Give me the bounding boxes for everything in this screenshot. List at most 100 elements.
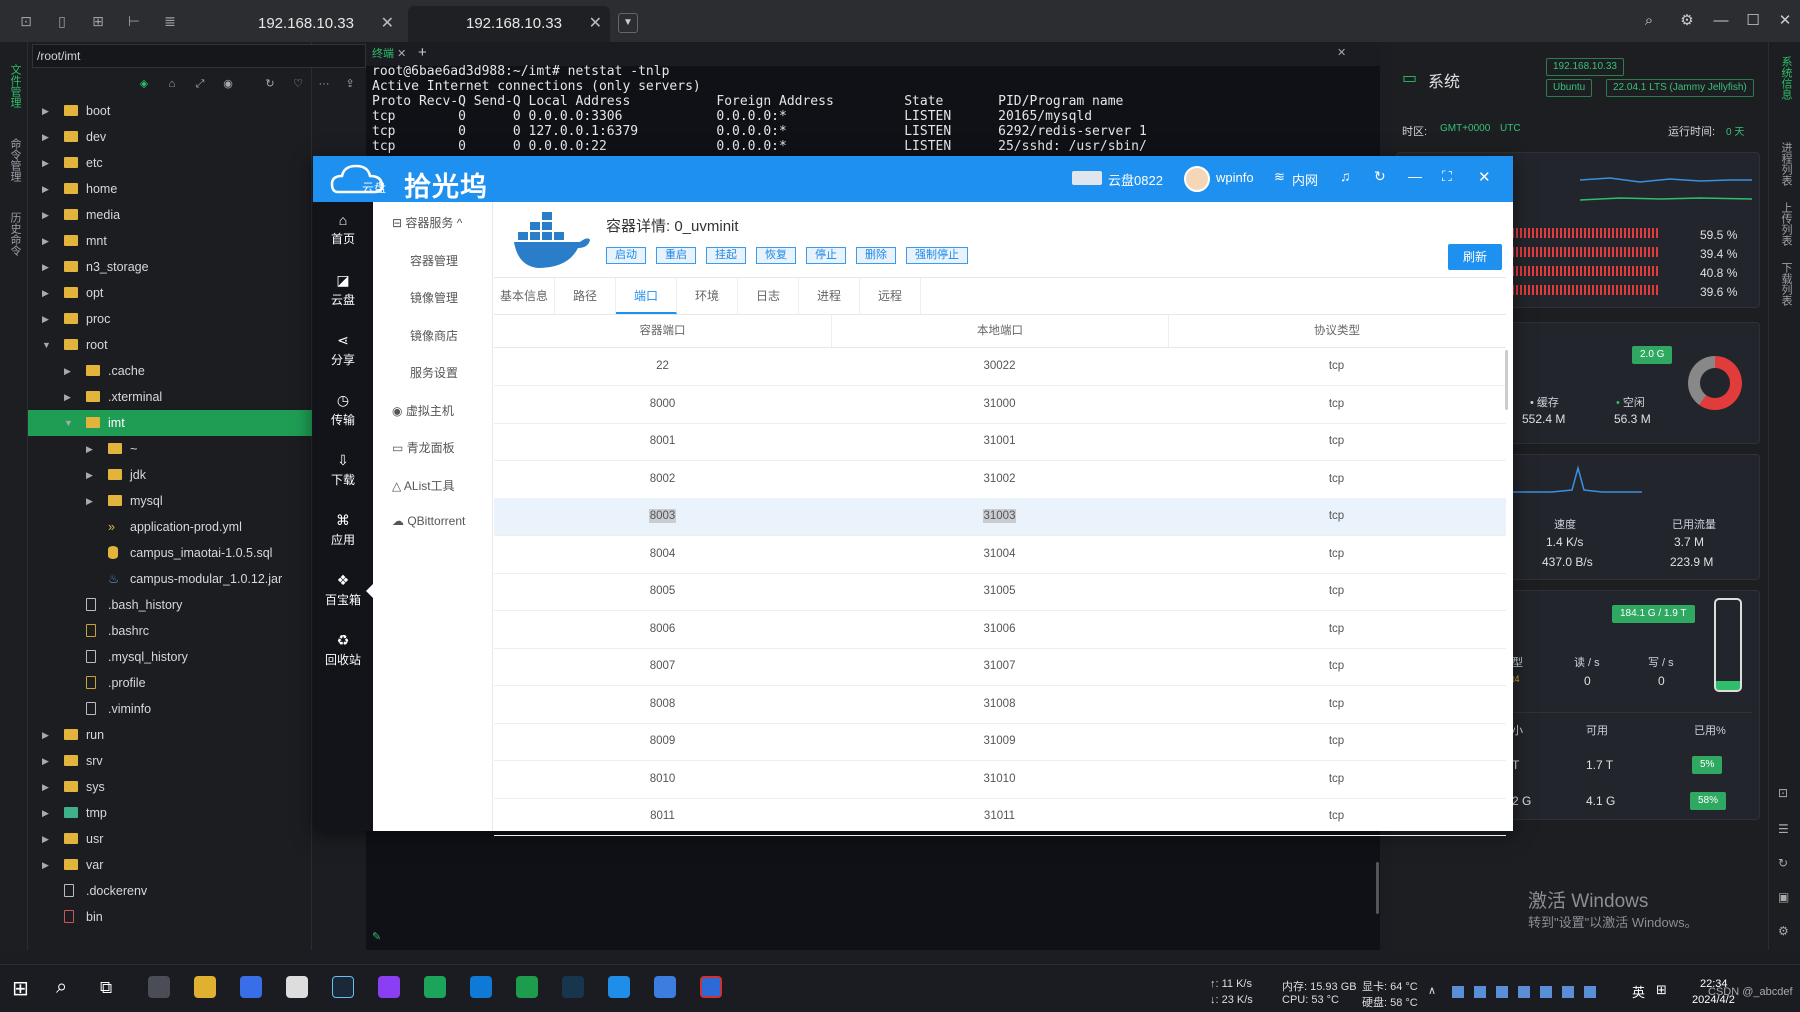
table-row[interactable]: 8008 31008 tcp (494, 686, 1506, 724)
tree-item[interactable]: ▶ mnt (28, 228, 312, 254)
table-row[interactable]: 8004 31004 tcp (494, 536, 1506, 574)
close-icon[interactable]: ✕ (589, 6, 602, 42)
tree-item[interactable]: ▼ imt (28, 410, 312, 436)
app-icon-cube[interactable] (148, 976, 170, 998)
chevron-down-icon[interactable]: ▼ (64, 410, 73, 436)
nav-item[interactable]: ◷ 传输 (313, 392, 373, 428)
bell-icon[interactable]: ♫ (1340, 168, 1351, 184)
task-view-icon[interactable]: ⧉ (100, 978, 112, 998)
tree-item[interactable]: ▶ etc (28, 150, 312, 176)
sidebar-item-virtual-host[interactable]: ◉ 虚拟主机 (392, 402, 454, 419)
gear-icon[interactable]: ⚙ (1678, 12, 1696, 30)
tree-item[interactable]: ▶ sys (28, 774, 312, 800)
close-icon[interactable]: ✕ (397, 48, 406, 60)
tree-item[interactable]: bin (28, 904, 312, 930)
tree-item[interactable]: campus_imaotai-1.0.5.sql (28, 540, 312, 566)
chevron-right-icon[interactable]: ▶ (42, 748, 49, 774)
list-icon[interactable]: ≣ (162, 13, 178, 29)
tree-item[interactable]: .bashrc (28, 618, 312, 644)
close-icon[interactable]: ✕ (1337, 46, 1346, 59)
table-row[interactable]: 8005 31005 tcp (494, 573, 1506, 611)
minimize-icon[interactable]: — (1408, 168, 1422, 184)
nav-item[interactable]: ⌂ 首页 (313, 212, 373, 247)
tree-icon[interactable]: ⊢ (126, 13, 142, 29)
tab-session-1[interactable]: 192.168.10.33 ✕ (200, 6, 402, 42)
close-window-icon[interactable]: ✕ (1776, 12, 1794, 30)
excel-icon[interactable] (516, 976, 538, 998)
upload-list-tab[interactable]: 上传列表 (1778, 202, 1794, 246)
pencil-icon[interactable]: ✎ (372, 930, 381, 943)
minimize-icon[interactable]: — (1712, 12, 1730, 30)
close-icon[interactable]: ✕ (1478, 168, 1491, 186)
nav-item[interactable]: ⋖ 分享 (313, 332, 373, 368)
sidebar-group-container-service[interactable]: ⊟ 容器服务 ^ (392, 214, 462, 231)
collapse-icon[interactable]: ⊡ (1778, 786, 1788, 800)
chevron-right-icon[interactable]: ▶ (64, 384, 71, 410)
history-command-tab[interactable]: 历史命令 (7, 212, 23, 256)
refresh-icon[interactable]: ↻ (262, 76, 278, 92)
cloud-drive-icon[interactable] (654, 976, 676, 998)
sidebar-item-service-settings[interactable]: 服务设置 (410, 364, 458, 381)
table-row[interactable]: 8000 31000 tcp (494, 386, 1506, 424)
tree-item[interactable]: ▶ n3_storage (28, 254, 312, 280)
chevron-right-icon[interactable]: ▶ (42, 228, 49, 254)
folder-icon[interactable] (194, 976, 216, 998)
sidebar-item-qbittorrent[interactable]: ☁ QBittorrent (392, 514, 465, 528)
app-icon-blue[interactable] (608, 976, 630, 998)
tree-item[interactable]: .dockerenv (28, 878, 312, 904)
tree-item[interactable]: ▶ home (28, 176, 312, 202)
eye-icon[interactable]: ◉ (220, 76, 236, 92)
sidebar-item-alist[interactable]: △ AList工具 (392, 477, 455, 494)
tree-item[interactable]: ▶ usr (28, 826, 312, 852)
table-scrollbar[interactable] (1505, 350, 1508, 410)
table-row[interactable]: 8006 31006 tcp (494, 611, 1506, 649)
tree-item[interactable]: ▶ boot (28, 98, 312, 124)
refresh-icon[interactable]: ↻ (1778, 856, 1788, 870)
table-row[interactable]: 8007 31007 tcp (494, 648, 1506, 686)
list-icon[interactable]: ☰ (1778, 822, 1789, 836)
tab-subpage[interactable]: 基本信息 (494, 278, 555, 314)
store-icon[interactable] (240, 976, 262, 998)
chevron-right-icon[interactable]: ▶ (42, 826, 49, 852)
system-info-tab[interactable]: 系统信息 (1778, 56, 1794, 100)
tree-item[interactable]: ▶ jdk (28, 462, 312, 488)
sidebar-item-qinglong[interactable]: ▭ 青龙面板 (392, 439, 455, 456)
chevron-right-icon[interactable]: ▶ (86, 488, 93, 514)
table-row[interactable]: 8010 31010 tcp (494, 761, 1506, 799)
nav-item[interactable]: ⇩ 下载 (313, 452, 373, 488)
tree-item[interactable]: ▶ ~ (28, 436, 312, 462)
tree-item[interactable]: .viminfo (28, 696, 312, 722)
command-manager-tab[interactable]: 命令管理 (7, 138, 23, 182)
chevron-up-icon[interactable]: ∧ (1428, 984, 1436, 997)
action-button[interactable]: 挂起 (706, 247, 746, 264)
tree-item[interactable]: .bash_history (28, 592, 312, 618)
tab-session-2[interactable]: 192.168.10.33 ✕ (408, 6, 610, 42)
download-list-tab[interactable]: 下载列表 (1778, 262, 1794, 306)
chevron-right-icon[interactable]: ▶ (86, 436, 93, 462)
windows-start-icon[interactable]: ⊞ (12, 976, 29, 1001)
ip-tag[interactable]: 192.168.10.33 (1546, 58, 1624, 76)
save-icon[interactable]: ▣ (1778, 890, 1789, 904)
tree-item[interactable]: ▶ mysql (28, 488, 312, 514)
chevron-right-icon[interactable]: ▶ (42, 254, 49, 280)
chevron-down-icon[interactable]: ▼ (42, 332, 51, 358)
tab-subpage[interactable]: 环境 (677, 278, 738, 314)
action-button[interactable]: 启动 (606, 247, 646, 264)
tab-subpage[interactable]: 远程 (860, 278, 921, 314)
chevron-right-icon[interactable]: ▶ (42, 722, 49, 748)
chevron-right-icon[interactable]: ▶ (42, 176, 49, 202)
chevron-right-icon[interactable]: ▶ (42, 150, 49, 176)
app-icon-purple[interactable] (378, 976, 400, 998)
tree-item[interactable]: ▶ run (28, 722, 312, 748)
sidebar-item-image-manage[interactable]: 镜像管理 (410, 289, 458, 306)
steam-icon[interactable] (332, 976, 354, 998)
target-icon[interactable]: ◈ (136, 76, 152, 92)
file-manager-tab[interactable]: 文件管理 (7, 64, 23, 108)
action-button[interactable]: 强制停止 (906, 247, 968, 264)
tree-item[interactable]: .profile (28, 670, 312, 696)
edge-icon[interactable] (424, 976, 446, 998)
nav-item[interactable]: ♻ 回收站 (313, 632, 373, 668)
tree-item[interactable]: ▶ var (28, 852, 312, 878)
user-name[interactable]: wpinfo (1216, 170, 1254, 185)
tree-item[interactable]: .mysql_history (28, 644, 312, 670)
